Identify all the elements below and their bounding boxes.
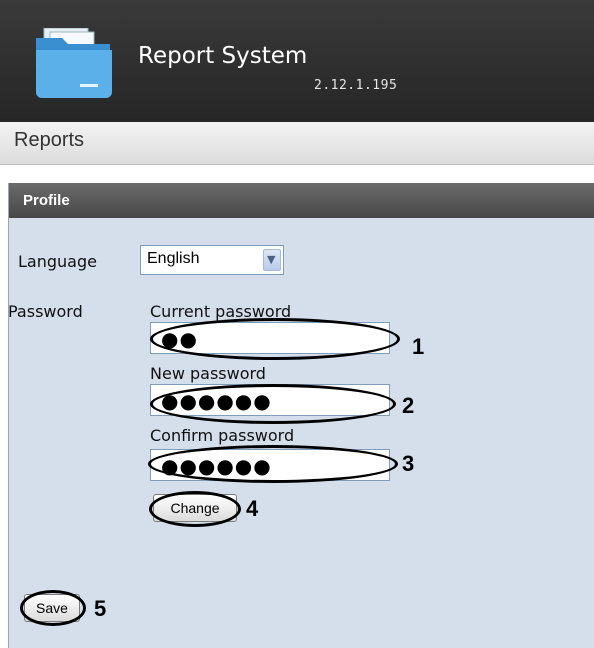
current-password-label: Current password bbox=[150, 302, 292, 321]
app-title: Report System bbox=[138, 43, 308, 69]
password-label: Password bbox=[8, 302, 83, 321]
language-select[interactable]: English ▼ bbox=[140, 245, 284, 275]
current-password-value: ●● bbox=[161, 327, 198, 351]
nav-bar: Reports bbox=[0, 122, 594, 165]
language-selected-value: English bbox=[147, 250, 200, 267]
annotation-number-2: 2 bbox=[402, 393, 415, 418]
app-version: 2.12.1.195 bbox=[314, 78, 398, 93]
dropdown-arrow-icon[interactable]: ▼ bbox=[263, 249, 281, 271]
nav-reports-link[interactable]: Reports bbox=[14, 129, 84, 152]
save-button[interactable]: Save bbox=[24, 594, 80, 622]
current-password-input[interactable]: ●● bbox=[150, 322, 390, 354]
new-password-input[interactable]: ●●●●●● bbox=[150, 384, 390, 416]
annotation-number-4: 4 bbox=[246, 496, 259, 521]
folder-logo-icon bbox=[36, 28, 112, 98]
confirm-password-value: ●●●●●● bbox=[161, 454, 272, 478]
language-label: Language bbox=[18, 252, 97, 271]
confirm-password-input[interactable]: ●●●●●● bbox=[150, 449, 390, 481]
profile-panel-header: Profile bbox=[9, 183, 594, 218]
annotation-number-3: 3 bbox=[402, 451, 415, 476]
app-header: Report System 2.12.1.195 bbox=[0, 0, 594, 122]
confirm-password-label: Confirm password bbox=[150, 426, 295, 445]
change-password-button[interactable]: Change bbox=[153, 494, 237, 522]
annotation-number-5: 5 bbox=[94, 596, 107, 621]
profile-title: Profile bbox=[23, 192, 70, 209]
new-password-label: New password bbox=[150, 364, 266, 383]
new-password-value: ●●●●●● bbox=[161, 389, 272, 413]
annotation-number-1: 1 bbox=[412, 334, 425, 359]
